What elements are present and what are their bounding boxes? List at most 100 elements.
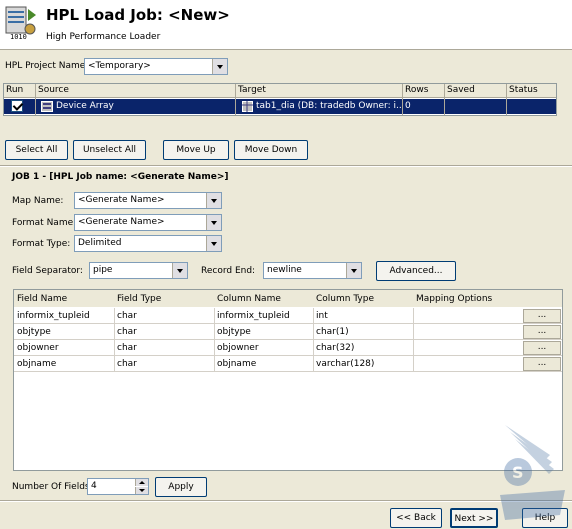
number-of-fields-label: Number Of Fields (12, 482, 90, 492)
project-name-label: HPL Project Name: (5, 61, 89, 71)
job-heading: JOB 1 - [HPL Job name: <Generate Name>] (12, 172, 229, 182)
spin-down-icon[interactable] (135, 487, 148, 494)
unselect-all-button[interactable]: Unselect All (73, 140, 146, 160)
select-all-button[interactable]: Select All (5, 140, 68, 160)
number-of-fields-spinner[interactable]: 4 (87, 478, 149, 495)
grid-divider (214, 308, 215, 372)
field-type-cell: char (117, 343, 137, 353)
field-type-cell: char (117, 311, 137, 321)
chevron-down-icon[interactable] (206, 236, 221, 251)
grid-divider (413, 308, 414, 372)
svg-text:S: S (512, 463, 524, 482)
table-row[interactable]: objname char objname varchar(128) ... (14, 357, 562, 372)
column-name-cell: informix_tupleid (217, 311, 290, 321)
move-down-button[interactable]: Move Down (234, 140, 308, 160)
job-grid: Run Source Target Rows Saved Status Devi… (3, 83, 557, 116)
format-name-label: Format Name: (12, 218, 77, 228)
chevron-down-icon[interactable] (212, 59, 227, 74)
project-name-select[interactable]: <Temporary> (84, 58, 228, 75)
chevron-down-icon[interactable] (206, 193, 221, 208)
grid-divider (114, 308, 115, 372)
header-banner: 1010 HPL Load Job: <New> High Performanc… (0, 0, 572, 50)
section-divider (0, 500, 572, 502)
job-row[interactable]: Device Array tab1_dia (DB: tradedb Owner… (4, 99, 556, 114)
spin-up-icon[interactable] (135, 479, 148, 486)
job-target: tab1_dia (DB: tradedb Owner: i... (256, 101, 401, 111)
col-field-name[interactable]: Field Name (17, 294, 67, 304)
job-source: Device Array (56, 101, 114, 111)
column-type-cell: int (316, 311, 328, 321)
record-end-select[interactable]: newline (263, 262, 362, 279)
col-status[interactable]: Status (509, 85, 538, 95)
table-row[interactable]: informix_tupleid char informix_tupleid i… (14, 309, 562, 324)
column-type-cell: varchar(128) (316, 359, 375, 369)
map-name-value: <Generate Name> (78, 195, 165, 205)
chevron-down-icon[interactable] (172, 263, 187, 278)
svg-text:1010: 1010 (10, 33, 27, 41)
column-name-cell: objtype (217, 327, 251, 337)
mapping-options-button[interactable]: ... (523, 325, 561, 339)
device-array-icon (41, 101, 53, 112)
apply-button[interactable]: Apply (155, 477, 207, 497)
chevron-down-icon[interactable] (206, 215, 221, 230)
grid-divider (235, 84, 236, 115)
field-name-cell: informix_tupleid (17, 311, 90, 321)
page-title: HPL Load Job: <New> (46, 6, 230, 24)
grid-divider (506, 84, 507, 115)
mapping-options-button[interactable]: ... (523, 357, 561, 371)
col-saved[interactable]: Saved (447, 85, 475, 95)
fields-header: Field Name Field Type Column Name Column… (14, 290, 562, 308)
section-divider (0, 165, 572, 167)
field-name-cell: objowner (17, 343, 59, 353)
grid-divider (444, 84, 445, 115)
table-row[interactable]: objowner char objowner char(32) ... (14, 341, 562, 356)
column-type-cell: char(32) (316, 343, 355, 353)
col-rows[interactable]: Rows (405, 85, 428, 95)
map-name-label: Map Name: (12, 196, 64, 206)
load-job-icon: 1010 (5, 6, 36, 41)
col-column-type[interactable]: Column Type (316, 294, 374, 304)
format-type-value: Delimited (78, 238, 122, 248)
field-separator-value: pipe (93, 265, 113, 275)
table-icon (242, 101, 253, 112)
column-name-cell: objname (217, 359, 257, 369)
field-name-cell: objtype (17, 327, 51, 337)
field-name-cell: objname (17, 359, 57, 369)
col-target[interactable]: Target (238, 85, 266, 95)
mapping-options-button[interactable]: ... (523, 309, 561, 323)
record-end-label: Record End: (201, 266, 256, 276)
format-name-select[interactable]: <Generate Name> (74, 214, 222, 231)
advanced-button[interactable]: Advanced... (376, 261, 456, 281)
col-field-type[interactable]: Field Type (117, 294, 161, 304)
map-name-select[interactable]: <Generate Name> (74, 192, 222, 209)
column-name-cell: objowner (217, 343, 259, 353)
job-rows: 0 (405, 101, 411, 111)
column-type-cell: char(1) (316, 327, 349, 337)
mapping-options-button[interactable]: ... (523, 341, 561, 355)
record-end-value: newline (267, 265, 302, 275)
table-row[interactable]: objtype char objtype char(1) ... (14, 325, 562, 340)
field-type-cell: char (117, 327, 137, 337)
chevron-down-icon[interactable] (346, 263, 361, 278)
field-type-cell: char (117, 359, 137, 369)
back-button[interactable]: << Back (390, 508, 442, 528)
watermark-logo: S (500, 425, 565, 520)
format-name-value: <Generate Name> (78, 217, 165, 227)
job-grid-header: Run Source Target Rows Saved Status (4, 84, 556, 98)
number-of-fields-value: 4 (91, 481, 97, 491)
format-type-select[interactable]: Delimited (74, 235, 222, 252)
grid-divider (313, 308, 314, 372)
col-source[interactable]: Source (38, 85, 69, 95)
format-type-label: Format Type: (12, 239, 71, 249)
grid-divider (402, 84, 403, 115)
field-separator-select[interactable]: pipe (89, 262, 188, 279)
fields-table: Field Name Field Type Column Name Column… (13, 289, 563, 471)
col-mapping-options[interactable]: Mapping Options (416, 294, 492, 304)
col-column-name[interactable]: Column Name (217, 294, 281, 304)
page-subtitle: High Performance Loader (46, 32, 161, 42)
field-separator-label: Field Separator: (12, 266, 83, 276)
run-checkbox[interactable] (11, 100, 23, 112)
col-run[interactable]: Run (6, 85, 23, 95)
move-up-button[interactable]: Move Up (163, 140, 229, 160)
grid-divider (35, 84, 36, 115)
